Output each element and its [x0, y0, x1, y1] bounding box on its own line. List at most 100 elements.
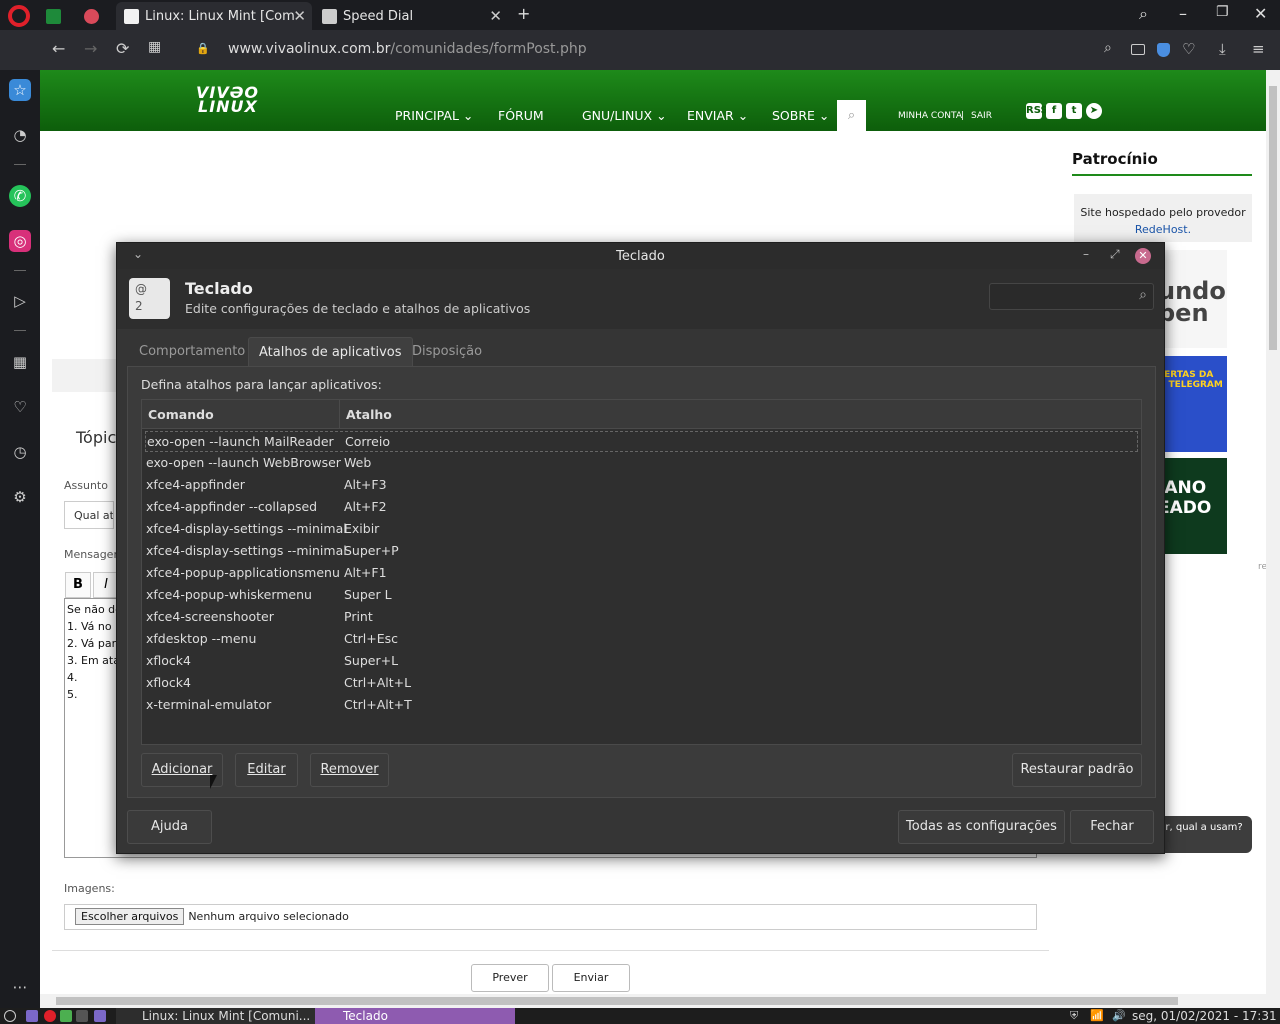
restore-button[interactable]: ❐ [1216, 4, 1229, 20]
back-button[interactable]: ← [52, 39, 65, 58]
telegram-icon[interactable]: ➤ [1086, 103, 1102, 119]
twitter-icon[interactable]: t [1066, 103, 1082, 119]
edit-button[interactable]: Editar [235, 753, 298, 787]
folder-icon[interactable] [94, 1010, 106, 1022]
lock-icon[interactable]: 🔒 [196, 42, 210, 55]
subject-input[interactable]: Qual ata [64, 501, 114, 529]
tab-atalhos[interactable]: Atalhos de aplicativos [248, 337, 413, 367]
table-row[interactable]: x-terminal-emulator Ctrl+Alt+T [145, 695, 1138, 716]
ad-banner[interactable]: FERTAS DA U TELEGRAM [1158, 356, 1227, 452]
dialog-close-button[interactable]: ✕ [1135, 248, 1151, 264]
settings-gear-icon[interactable]: ⚙ [9, 486, 31, 508]
new-tab-button[interactable]: + [517, 4, 530, 23]
facebook-icon[interactable]: f [1046, 103, 1062, 119]
tab-pinned-sheets[interactable] [46, 2, 68, 30]
tab-close-icon[interactable]: ✕ [489, 7, 502, 25]
network-icon[interactable]: 📶 [1090, 1008, 1104, 1024]
bookmarks-heart-icon[interactable]: ♡ [9, 396, 31, 418]
close-window-button[interactable]: ✕ [1254, 4, 1267, 23]
table-row[interactable]: xfce4-display-settings --minimal Exibir [145, 519, 1138, 540]
volume-icon[interactable]: 🔊 [1112, 1008, 1126, 1024]
logout-link[interactable]: SAIR [971, 111, 992, 121]
instagram-icon[interactable]: ◎ [9, 230, 31, 252]
dialog-titlebar[interactable]: ⌄ Teclado – ⤢ ✕ [117, 243, 1164, 269]
tab-speed-dial[interactable]: Speed Dial ✕ [316, 2, 508, 30]
bold-button[interactable]: B [65, 572, 91, 598]
tab-pinned-app[interactable] [84, 2, 106, 30]
shield-tray-icon[interactable]: ⛨ [1070, 1008, 1078, 1024]
table-row[interactable]: xfce4-popup-applicationsmenu Alt+F1 [145, 563, 1138, 584]
table-row[interactable]: xflock4 Ctrl+Alt+L [145, 673, 1138, 694]
minimize-button[interactable]: – [1179, 4, 1187, 23]
tab-disposicao[interactable]: Disposição [402, 337, 492, 367]
table-row[interactable]: xfce4-display-settings --minimal Super+P [145, 541, 1138, 562]
forward-button[interactable]: → [84, 39, 97, 58]
speed-dial-icon[interactable]: ☆ [9, 79, 31, 101]
close-button[interactable]: Fechar [1070, 810, 1154, 844]
opera-icon[interactable] [44, 1010, 56, 1022]
search-icon[interactable]: ⌕ [1104, 40, 1112, 56]
column-header-shortcut[interactable]: Atalho [346, 407, 392, 422]
redehost-link[interactable]: RedeHost. [1135, 223, 1191, 236]
messenger-icon[interactable]: ◔ [9, 124, 31, 146]
whatsapp-icon[interactable]: ✆ [9, 185, 31, 207]
terminal-icon[interactable] [76, 1010, 88, 1022]
my-account-link[interactable]: MINHA CONTA [898, 111, 962, 121]
opera-logo-icon[interactable] [8, 5, 30, 27]
clock[interactable]: seg, 01/02/2021 - 17:31 [1132, 1008, 1277, 1024]
camera-icon[interactable] [1131, 44, 1145, 55]
taskbar-window-browser[interactable]: Linux: Linux Mint [Comuni... [116, 1008, 315, 1024]
chrome-icon[interactable] [60, 1010, 72, 1022]
table-row[interactable]: xfce4-appfinder --collapsed Alt+F2 [145, 497, 1138, 518]
send-button[interactable]: Enviar [552, 964, 630, 992]
more-icon[interactable]: ⋯ [9, 976, 31, 998]
scroll-thumb[interactable] [1269, 86, 1277, 350]
menu-icon[interactable]: ≡ [1252, 40, 1265, 58]
table-row[interactable]: xfdesktop --menu Ctrl+Esc [145, 629, 1138, 650]
taskbar-window-teclado[interactable]: Teclado [315, 1008, 515, 1024]
horizontal-scrollbar[interactable] [40, 994, 1280, 1008]
table-row[interactable]: xfce4-screenshooter Print [145, 607, 1138, 628]
restore-defaults-button[interactable]: Restaurar padrão [1012, 753, 1142, 787]
url-field[interactable]: www.vivaolinux.com.br/comunidades/formPo… [228, 41, 587, 57]
shortcuts-table[interactable]: Comando Atalho exo-open --launch MailRea… [141, 399, 1142, 745]
ad-banner[interactable]: IANO EADO [1158, 458, 1227, 554]
workspaces-icon[interactable]: ▦ [9, 351, 31, 373]
menu-sobre[interactable]: SOBRE ⌄ [772, 108, 829, 123]
dialog-maximize-button[interactable]: ⤢ [1110, 247, 1120, 262]
ad-more-link[interactable]: re [1258, 562, 1266, 572]
tab-comportamento[interactable]: Comportamento [129, 337, 255, 367]
mint-menu-icon[interactable] [4, 1010, 16, 1022]
column-header-command[interactable]: Comando [148, 407, 214, 422]
history-clock-icon[interactable]: ◷ [9, 441, 31, 463]
ad-banner[interactable]: undo pen [1158, 250, 1227, 348]
download-icon[interactable]: ⤓ [1219, 40, 1226, 58]
table-row[interactable]: xfce4-appfinder Alt+F3 [145, 475, 1138, 496]
dialog-minimize-button[interactable]: – [1083, 247, 1089, 261]
table-row[interactable]: exo-open --launch WebBrowser Web [145, 453, 1138, 474]
reload-button[interactable]: ⟳ [116, 39, 129, 58]
shield-icon[interactable] [1157, 43, 1170, 57]
site-search-button[interactable]: ⌕ [837, 100, 866, 131]
tab-linux-mint[interactable]: Linux: Linux Mint [Comunidade ✕ [116, 2, 312, 30]
preview-button[interactable]: Prever [471, 964, 549, 992]
tab-close-icon[interactable]: ✕ [293, 7, 306, 25]
choose-files-button[interactable]: Escolher arquivos [75, 908, 185, 925]
scroll-thumb[interactable] [56, 997, 1178, 1005]
player-icon[interactable]: ▷ [9, 290, 31, 312]
rss-icon[interactable]: RSS [1026, 103, 1048, 119]
all-settings-button[interactable]: Todas as configurações [898, 810, 1065, 844]
table-row[interactable]: xfce4-popup-whiskermenu Super L [145, 585, 1138, 606]
menu-principal[interactable]: PRINCIPAL ⌄ [395, 108, 473, 123]
site-logo[interactable]: VIVƏO LINUX [196, 85, 259, 115]
table-row[interactable]: exo-open --launch MailReader Correio [145, 431, 1138, 452]
help-button[interactable]: Ajuda [127, 810, 212, 844]
search-tabs-icon[interactable]: ⌕ [1139, 4, 1148, 24]
settings-search-input[interactable]: ⌕ [989, 283, 1154, 310]
heart-icon[interactable]: ♡ [1182, 40, 1195, 58]
menu-forum[interactable]: FÓRUM [498, 108, 544, 123]
vertical-scrollbar[interactable] [1266, 70, 1280, 994]
remove-button[interactable]: Remover [310, 753, 389, 787]
tabs-overview-icon[interactable]: ▦ [148, 39, 161, 55]
menu-gnu-linux[interactable]: GNU/LINUX ⌄ [582, 108, 667, 123]
